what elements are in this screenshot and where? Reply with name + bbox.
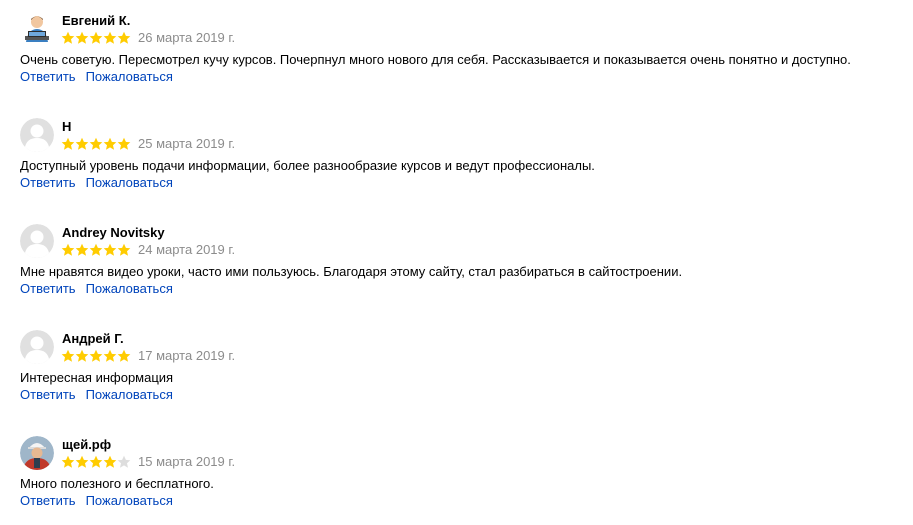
review-item: щей.рф 15 марта 2019 г. Много полезного … (20, 436, 900, 525)
review-actions: Ответить Пожаловаться (20, 175, 183, 191)
review-author[interactable]: Н (62, 119, 71, 135)
review-meta: 15 марта 2019 г. (61, 454, 235, 470)
star-filled-icon (103, 243, 117, 256)
default-user-avatar-icon[interactable] (20, 118, 54, 152)
review-author[interactable]: Andrey Novitsky (62, 225, 165, 241)
star-filled-icon (89, 455, 103, 468)
star-filled-icon (103, 455, 117, 468)
worker-photo-avatar-icon[interactable] (20, 436, 54, 470)
default-user-avatar-icon[interactable] (20, 224, 54, 258)
star-filled-icon (117, 137, 131, 150)
review-actions: Ответить Пожаловаться (20, 69, 183, 85)
report-link[interactable]: Пожаловаться (86, 281, 173, 296)
review-actions: Ответить Пожаловаться (20, 493, 183, 509)
star-filled-icon (61, 243, 75, 256)
star-filled-icon (75, 455, 89, 468)
rating-stars (61, 242, 131, 258)
star-filled-icon (89, 349, 103, 362)
review-date: 15 марта 2019 г. (138, 454, 236, 469)
reply-link[interactable]: Ответить (20, 175, 76, 190)
review-meta: 24 марта 2019 г. (61, 242, 235, 258)
review-author[interactable]: щей.рф (62, 437, 111, 453)
report-link[interactable]: Пожаловаться (86, 387, 173, 402)
user-laptop-avatar-icon[interactable] (20, 12, 54, 46)
reply-link[interactable]: Ответить (20, 281, 76, 296)
default-user-avatar-icon[interactable] (20, 330, 54, 364)
star-filled-icon (89, 31, 103, 44)
review-date: 24 марта 2019 г. (138, 242, 236, 257)
star-filled-icon (75, 31, 89, 44)
rating-stars (61, 30, 131, 46)
star-filled-icon (103, 349, 117, 362)
review-text: Доступный уровень подачи информации, бол… (20, 158, 595, 173)
star-filled-icon (89, 137, 103, 150)
review-author[interactable]: Андрей Г. (62, 331, 124, 347)
rating-stars (61, 454, 131, 470)
review-item: Андрей Г. 17 марта 2019 г. Интересная ин… (20, 330, 900, 420)
star-filled-icon (61, 349, 75, 362)
review-text: Мне нравятся видео уроки, часто ими поль… (20, 264, 683, 279)
reply-link[interactable]: Ответить (20, 69, 76, 84)
review-item: Andrey Novitsky 24 марта 2019 г. Мне нра… (20, 224, 900, 314)
review-meta: 25 марта 2019 г. (61, 136, 235, 152)
star-filled-icon (75, 349, 89, 362)
review-item: Евгений К. 26 марта 2019 г. Очень совету… (20, 12, 900, 102)
star-filled-icon (103, 31, 117, 44)
star-filled-icon (61, 455, 75, 468)
star-filled-icon (61, 31, 75, 44)
reviews-list: Евгений К. 26 марта 2019 г. Очень совету… (0, 0, 913, 525)
review-text: Очень советую. Пересмотрел кучу курсов. … (20, 52, 851, 67)
review-text: Много полезного и бесплатного. (20, 476, 214, 491)
star-filled-icon (75, 137, 89, 150)
report-link[interactable]: Пожаловаться (86, 493, 173, 508)
review-text: Интересная информация (20, 370, 174, 385)
star-filled-icon (117, 243, 131, 256)
review-meta: 17 марта 2019 г. (61, 348, 235, 364)
review-actions: Ответить Пожаловаться (20, 387, 183, 403)
rating-stars (61, 348, 131, 364)
star-filled-icon (117, 31, 131, 44)
rating-stars (61, 136, 131, 152)
review-item: Н 25 марта 2019 г. Доступный уровень под… (20, 118, 900, 208)
review-date: 17 марта 2019 г. (138, 348, 236, 363)
review-date: 26 марта 2019 г. (138, 30, 236, 45)
reply-link[interactable]: Ответить (20, 493, 76, 508)
star-empty-icon (117, 455, 131, 468)
star-filled-icon (75, 243, 89, 256)
review-author[interactable]: Евгений К. (62, 13, 130, 29)
star-filled-icon (89, 243, 103, 256)
reply-link[interactable]: Ответить (20, 387, 76, 402)
star-filled-icon (103, 137, 117, 150)
review-date: 25 марта 2019 г. (138, 136, 236, 151)
star-filled-icon (61, 137, 75, 150)
review-actions: Ответить Пожаловаться (20, 281, 183, 297)
review-meta: 26 марта 2019 г. (61, 30, 235, 46)
report-link[interactable]: Пожаловаться (86, 175, 173, 190)
report-link[interactable]: Пожаловаться (86, 69, 173, 84)
star-filled-icon (117, 349, 131, 362)
